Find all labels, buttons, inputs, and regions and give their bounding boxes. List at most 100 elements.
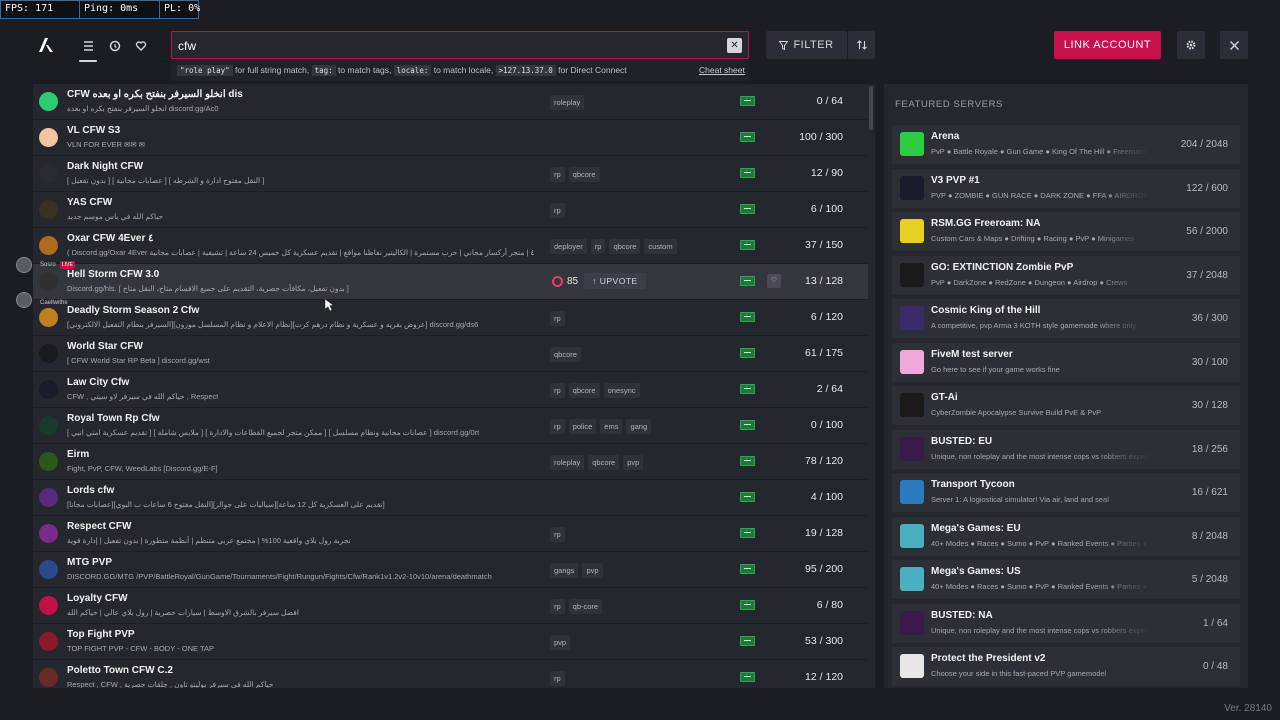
server-tag[interactable]: qb-core [568,599,603,614]
featured-server-item[interactable]: Transport Tycoon Server 1: A logiostical … [892,473,1240,512]
featured-server-item[interactable]: Mega's Games: EU 40+ Modes ● Races ● Sumo… [892,516,1240,556]
server-tag[interactable]: qbcore [588,455,620,470]
server-description: [ بدون تفعيل ] [ عصابات مجانية ] [ النقل… [67,176,265,185]
server-list-tab[interactable] [76,35,100,62]
server-tag[interactable]: qbcore [568,167,600,182]
featured-server-description: Go here to see if your game works fine [931,364,1060,374]
server-tag[interactable]: rp [550,599,565,614]
server-row[interactable]: Law City Cfw CFW , حياكم الله في سيرفر لا… [33,372,868,408]
server-row[interactable]: VL CFW S3 VLN FOR EVER ✉✉ ✉ 100 / 300 [33,120,868,156]
featured-server-item[interactable]: RSM.GG Freeroam: NA Custom Cars & Maps ● … [892,212,1240,251]
server-tag[interactable]: ems [600,419,623,434]
gear-icon [1186,40,1196,50]
player-count: 53 / 300 [805,635,843,647]
featured-server-item[interactable]: Arena PvP ● Battle Royale ● Gun Game ● Ki… [892,125,1240,164]
server-tag[interactable]: qbcore [550,347,581,362]
server-row[interactable]: World Star CFW [ CFW World Star RP Beta ]… [33,336,868,372]
featured-server-name: BUSTED: NA [931,609,993,621]
server-tags: roleplay [550,95,585,110]
server-tag[interactable]: gang [626,419,652,434]
scrollbar[interactable] [869,86,873,130]
server-tag[interactable]: rp [550,671,565,686]
featured-server-description: Unique, non roleplay and the most intens… [931,451,1151,461]
featured-server-item[interactable]: Mega's Games: US 40+ Modes ● Races ● Sumo… [892,560,1240,599]
server-list[interactable]: CFW انخلو السيرفر بنفتح بكره او بعده dis… [33,84,875,688]
server-tag[interactable]: qbcore [609,239,641,254]
server-row[interactable]: Eirm Fight, PvP, CFW, WeedLabs [Discord.g… [33,444,868,480]
server-name: Lords cfw [67,485,115,496]
server-tag[interactable]: gangs [550,563,579,578]
server-tag[interactable]: roleplay [550,455,585,470]
featured-server-item[interactable]: BUSTED: EU Unique, non roleplay and the m… [892,429,1240,469]
server-row[interactable]: Hell Storm CFW 3.0 Discord.gg/hls. [ بدون… [33,264,868,300]
server-tag[interactable]: rp [550,383,565,398]
player-count: 95 / 200 [805,563,843,575]
perf-overlay: FPS: 171 Ping: 0ms PL: 0% [0,0,200,19]
server-row[interactable]: MTG PVP DISCORD.GG/MTG /PVP/BattleRoyal/G… [33,552,868,588]
transport-tycoon-logo-icon [900,480,924,504]
featured-server-description: PvP ● DarkZone ● RedZone ● Dungeon ● Air… [931,277,1128,287]
server-row[interactable]: YAS CFW حياكم الله في ياس موسم جديد rp 6 / … [33,192,868,228]
server-tags: pvp [550,635,571,650]
server-tag[interactable]: onesync [603,383,640,398]
cheat-sheet-link[interactable]: Cheat sheet [699,65,745,75]
server-row[interactable]: Royal Town Rp Cfw [ تقديم عسكرية امني انب… [33,408,868,444]
server-row[interactable]: Respect CFW تجربة رول بلاي واقعية 100% | … [33,516,868,552]
settings-button[interactable] [1177,31,1205,59]
favorites-tab[interactable] [129,35,153,57]
server-row[interactable]: Poletto Town CFW C.2 Respect , CFW , حياك… [33,660,868,688]
server-tag[interactable]: rp [550,311,565,326]
upvote-button[interactable]: ↑ UPVOTE [584,273,646,289]
featured-server-item[interactable]: V3 PVP #1 PVP ● ZOMBIE ● GUN RACE ● DARK … [892,168,1240,208]
server-row[interactable]: Loyalty CFW افضل سيرفر بالشرق الاوسط | سي… [33,588,868,624]
boost-value: 85 [567,275,579,287]
featured-server-item[interactable]: GT-Ai CyberZombie Apocalypse Survive Buil… [892,386,1240,425]
featured-server-item[interactable]: BUSTED: NA Unique, non roleplay and the m… [892,603,1240,643]
history-tab[interactable] [103,35,127,57]
gradient-icon [39,128,58,147]
server-tag[interactable]: custom [644,239,677,254]
server-tag[interactable]: pvp [550,635,571,650]
featured-server-name: Mega's Games: EU [931,522,1021,534]
search-hints: "role play" for full string match, tag: … [177,65,745,76]
featured-server-description: CyberZombie Apocalypse Survive Build PvE… [931,408,1102,417]
filter-button[interactable]: FILTER [766,31,847,59]
close-button[interactable] [1220,31,1248,59]
server-tag[interactable]: rp [590,239,606,254]
server-row[interactable]: CFW انخلو السيرفر بنفتح بكره او بعده dis… [33,84,868,120]
search-input[interactable] [178,37,698,55]
server-tag[interactable]: rp [550,203,565,218]
server-row[interactable]: Dark Night CFW [ بدون تفعيل ] [ عصابات مج… [33,156,868,192]
server-tag[interactable]: police [568,419,597,434]
server-tags: rp qb-core [550,599,603,614]
link-account-button[interactable]: LINK ACCOUNT [1054,31,1161,59]
oxar-logo-icon [39,236,58,255]
locale-flag-icon [740,96,755,106]
player-count: 4 / 100 [810,491,843,503]
sort-button[interactable] [848,31,875,59]
server-tag[interactable]: deployer [550,239,587,254]
locale-flag-icon [740,240,755,250]
featured-server-item[interactable]: Cosmic King of the Hill A competitive, pv… [892,299,1240,338]
server-tag[interactable]: qbcore [568,383,600,398]
server-tag[interactable]: pvp [582,563,603,578]
server-tags: rp [550,311,565,326]
gt-ai-logo-icon [900,393,924,417]
server-row[interactable]: Deadly Storm Season 2 Cfw [السيرفر بنظام … [33,300,868,336]
clear-search-button[interactable]: ✕ [727,38,742,53]
server-tag[interactable]: rp [550,419,565,434]
server-tag[interactable]: roleplay [550,95,585,110]
server-row[interactable]: Oxar CFW 4Ever ٤ ( Discord.gg/Oxar 4Ever … [33,228,868,264]
favorite-heart-icon[interactable]: ♡ [767,274,781,288]
featured-player-count: 56 / 2000 [1186,226,1228,237]
fivem-logo-icon[interactable] [37,36,55,54]
server-tag[interactable]: rp [550,167,565,182]
server-row[interactable]: Top Fight PVP TOP FIGHT PVP - CFW - BODY … [33,624,868,660]
server-tag[interactable]: rp [550,527,565,542]
featured-server-item[interactable]: Protect the President v2 Choose your side… [892,647,1240,686]
featured-server-item[interactable]: GO: EXTINCTION Zombie PvP PvP ● DarkZone … [892,255,1240,295]
server-tag[interactable]: pvp [623,455,644,470]
locale-flag-icon [740,636,755,646]
featured-server-item[interactable]: FiveM test server Go here to see if your … [892,342,1240,382]
server-row[interactable]: Lords cfw [عصابات مجانا][النقل مفتوح 6 سا… [33,480,868,516]
